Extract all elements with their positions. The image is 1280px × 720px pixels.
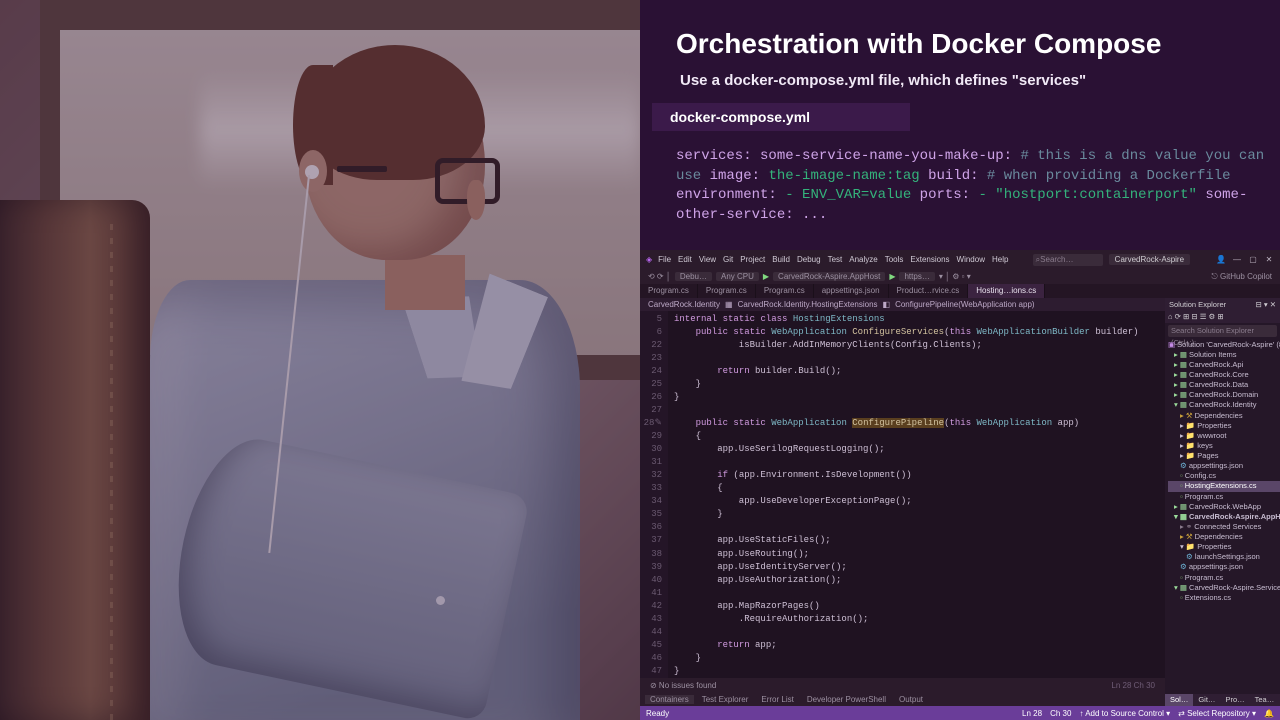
solx-footer-tab[interactable]: Sol… [1165,694,1193,706]
panel-tab-developer-powershell[interactable]: Developer PowerShell [802,695,891,704]
tree-item[interactable]: Solution 'CarvedRock-Aspire' (8 of… [1168,340,1280,350]
close-button[interactable]: ✕ [1264,255,1274,264]
crumb-method-icon: ◧ [883,300,891,309]
menu-extensions[interactable]: Extensions [910,255,949,264]
editor-tab[interactable]: Program.cs [756,284,814,298]
editor-tab[interactable]: Product…rvice.cs [889,284,969,298]
slide-subtitle: Use a docker-compose.yml file, which def… [640,72,1280,103]
panel-tab-containers[interactable]: Containers [645,695,694,704]
tree-item[interactable]: CarvedRock.Domain [1168,390,1280,400]
launch-url[interactable]: https… [899,272,934,281]
github-copilot-button[interactable]: ⎋ GitHub Copilot [1211,272,1272,282]
tree-item[interactable]: CarvedRock.Core [1168,370,1280,380]
tree-item[interactable]: Properties [1168,542,1280,552]
tree-item[interactable]: Extensions.cs [1168,593,1280,603]
tree-item[interactable]: Solution Items [1168,350,1280,360]
maximize-button[interactable]: ▢ [1248,255,1258,264]
status-item[interactable]: Ch 30 [1050,709,1071,718]
slide-file-tab: docker-compose.yml [652,103,910,131]
code-editor[interactable]: internal static class HostingExtensions … [668,311,1165,678]
slide-title: Orchestration with Docker Compose [640,0,1280,72]
editor-tab[interactable]: Program.cs [640,284,698,298]
tree-item[interactable]: Program.cs [1168,573,1280,583]
tree-item[interactable]: Dependencies [1168,532,1280,542]
crumb-project[interactable]: CarvedRock.Identity [648,300,720,309]
crumb-method[interactable]: ConfigurePipeline(WebApplication app) [895,300,1035,309]
status-item[interactable]: Ln 28 [1022,709,1042,718]
vs-logo-icon: ◈ [646,255,652,264]
menu-tools[interactable]: Tools [885,255,904,264]
status-item[interactable]: ⇄ Select Repository ▾ [1178,709,1256,718]
menu-window[interactable]: Window [957,255,985,264]
startup-project[interactable]: CarvedRock-Aspire.AppHost [773,272,885,281]
config-dropdown[interactable]: Debu… [675,272,712,281]
course-author-photo [0,0,640,720]
editor-tab[interactable]: Program.cs [698,284,756,298]
solution-explorer-header: Solution Explorer [1169,300,1226,309]
tree-item[interactable]: appsettings.json [1168,461,1280,471]
tree-item[interactable]: HostingExtensions.cs [1168,481,1280,491]
account-icon[interactable]: 👤 [1216,255,1226,264]
solx-pin-icon[interactable]: ⊟ ▾ ✕ [1255,300,1276,309]
tree-item[interactable]: CarvedRock.Api [1168,360,1280,370]
status-item[interactable]: ↑ Add to Source Control ▾ [1079,709,1170,718]
tree-item[interactable]: appsettings.json [1168,562,1280,572]
menu-build[interactable]: Build [772,255,790,264]
vs-solution-name[interactable]: CarvedRock-Aspire [1109,254,1190,265]
panel-tab-test-explorer[interactable]: Test Explorer [697,695,754,704]
tree-item[interactable]: wwwroot [1168,431,1280,441]
menu-help[interactable]: Help [992,255,1008,264]
vs-search-input[interactable]: Search… [1033,254,1103,266]
tree-item[interactable]: Pages [1168,451,1280,461]
tree-item[interactable]: Properties [1168,421,1280,431]
tree-item[interactable]: CarvedRock.Data [1168,380,1280,390]
yaml-code: services: some-service-name-you-make-up:… [640,131,1280,225]
solx-footer-tab[interactable]: Pro… [1220,694,1249,706]
menu-project[interactable]: Project [740,255,765,264]
menu-debug[interactable]: Debug [797,255,821,264]
tree-item[interactable]: CarvedRock-Aspire.ServiceDefau… [1168,583,1280,593]
status-item[interactable]: 🔔 [1264,709,1274,718]
menu-test[interactable]: Test [828,255,843,264]
menu-file[interactable]: File [658,255,671,264]
tree-item[interactable]: Program.cs [1168,492,1280,502]
tree-item[interactable]: Connected Services [1168,522,1280,532]
menu-edit[interactable]: Edit [678,255,692,264]
menu-analyze[interactable]: Analyze [849,255,877,264]
crumb-class-icon: ▦ [725,300,733,309]
crumb-class[interactable]: CarvedRock.Identity.HostingExtensions [738,300,878,309]
panel-tab-error-list[interactable]: Error List [756,695,798,704]
panel-tab-output[interactable]: Output [894,695,928,704]
tree-item[interactable]: launchSettings.json [1168,552,1280,562]
status-ready: Ready [646,709,669,718]
solx-search-input[interactable]: Search Solution Explorer (Ctrl+;) [1168,325,1277,337]
tree-item[interactable]: Dependencies [1168,411,1280,421]
solx-footer-tab[interactable]: Tea… [1250,694,1280,706]
editor-tab[interactable]: Hosting…ions.cs [968,284,1045,298]
menu-view[interactable]: View [699,255,716,264]
tree-item[interactable]: CarvedRock.Identity [1168,400,1280,410]
tree-item[interactable]: CarvedRock.WebApp [1168,502,1280,512]
menu-git[interactable]: Git [723,255,733,264]
solx-footer-tab[interactable]: Git… [1193,694,1220,706]
tree-item[interactable]: CarvedRock-Aspire.AppHost [1168,512,1280,522]
tree-item[interactable]: Config.cs [1168,471,1280,481]
tree-item[interactable]: keys [1168,441,1280,451]
platform-dropdown[interactable]: Any CPU [716,272,759,281]
solx-toolbar[interactable]: ⌂ ⟳ ⊞ ⊟ ☰ ⚙ ⊞ [1165,311,1280,323]
no-issues-badge[interactable]: ⊘ No issues found [645,681,721,690]
editor-tab[interactable]: appsettings.json [814,284,889,298]
run-button[interactable]: ▶ [763,272,769,281]
minimize-button[interactable]: — [1232,255,1242,264]
presentation-slide: Orchestration with Docker Compose Use a … [640,0,1280,250]
visual-studio-window: ◈ File Edit View Git Project Build Debug Test An… [640,250,1280,720]
